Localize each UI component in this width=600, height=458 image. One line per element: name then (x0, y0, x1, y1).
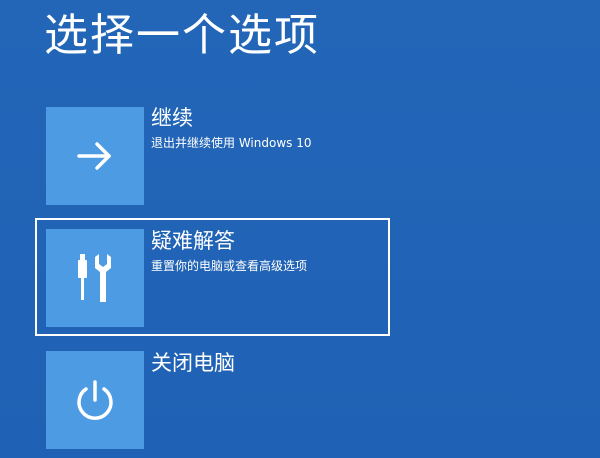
troubleshoot-description: 重置你的电脑或查看高级选项 (151, 259, 308, 273)
tools-icon (73, 250, 117, 306)
troubleshoot-tile[interactable] (46, 229, 144, 327)
shutdown-label: 关闭电脑 (151, 351, 235, 375)
arrow-right-icon (73, 134, 117, 178)
shutdown-option[interactable]: 关闭电脑 (35, 340, 390, 458)
page-title: 选择一个选项 (44, 10, 320, 61)
continue-tile[interactable] (46, 107, 144, 205)
recovery-options-screen: 选择一个选项 继续 退出并继续使用 Windows 10 疑难解答 重置你的电脑… (0, 0, 600, 455)
continue-option[interactable]: 继续 退出并继续使用 Windows 10 (35, 96, 390, 214)
continue-label: 继续 (151, 106, 193, 130)
shutdown-tile[interactable] (46, 351, 144, 449)
troubleshoot-label: 疑难解答 (151, 229, 235, 253)
power-icon (71, 376, 119, 424)
troubleshoot-option[interactable]: 疑难解答 重置你的电脑或查看高级选项 (35, 218, 390, 336)
continue-description: 退出并继续使用 Windows 10 (151, 136, 312, 150)
